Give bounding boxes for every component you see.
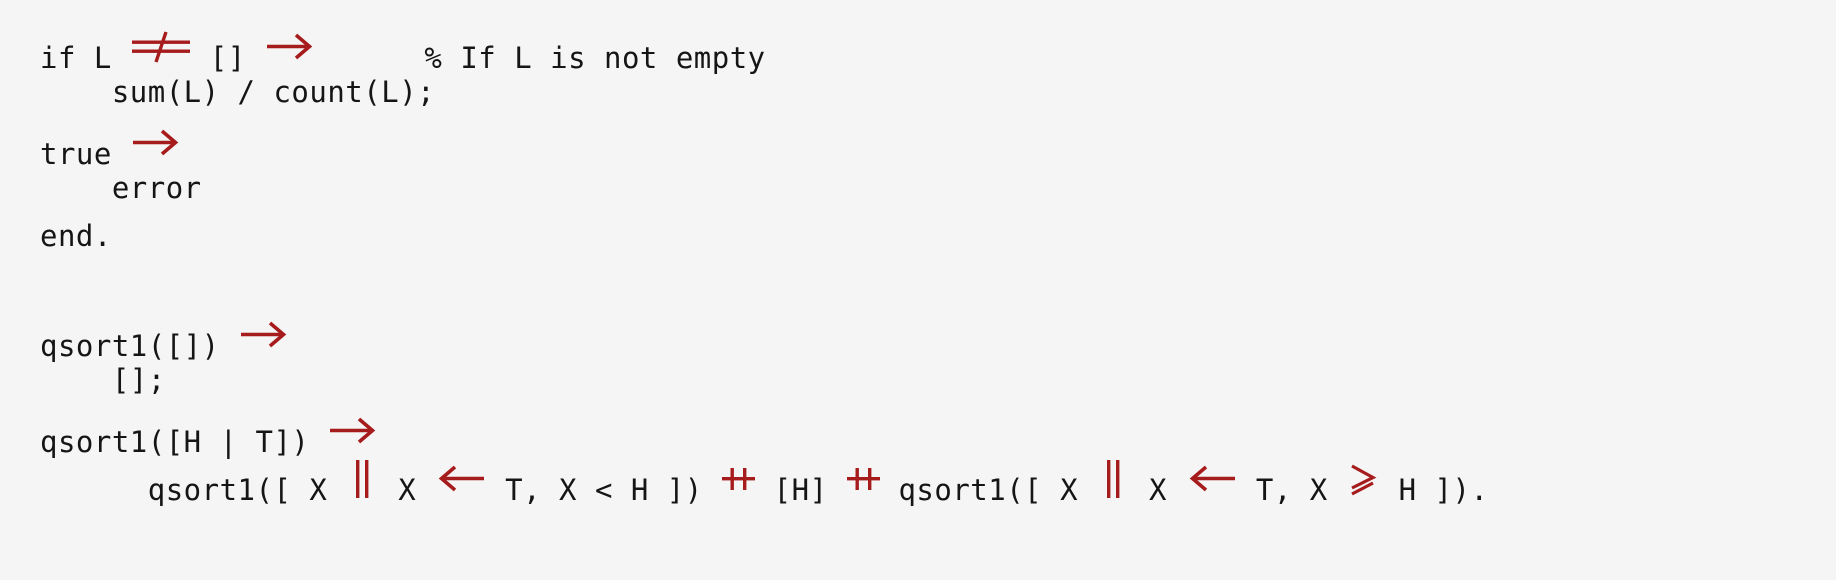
code-token: sum(L) / count(L); xyxy=(40,75,436,109)
code-token: H ]). xyxy=(1380,473,1489,507)
code-token: T, X xyxy=(1237,473,1346,507)
code-line: end. xyxy=(40,212,1836,260)
code-line: true xyxy=(40,116,1836,171)
code-token: X xyxy=(380,473,435,507)
left-arrow-icon xyxy=(434,452,487,500)
code-token: end. xyxy=(40,219,112,253)
code-token: T, X < H ]) xyxy=(487,473,721,507)
code-line: error xyxy=(40,164,1836,212)
code-line: []; xyxy=(40,356,1836,404)
code-block[interactable]: if L [] % If L is not empty sum(L) / cou… xyxy=(0,0,1836,580)
code-token: qsort1([ X xyxy=(40,473,346,507)
code-token: []; xyxy=(40,363,166,397)
greater-equal-icon xyxy=(1346,452,1381,500)
code-token: error xyxy=(40,171,202,205)
right-arrow-icon xyxy=(130,116,183,164)
code-token: [H] xyxy=(755,473,846,507)
code-line: if L [] % If L is not empty xyxy=(40,20,1836,75)
code-token: X xyxy=(1131,473,1185,507)
plus-plus-icon xyxy=(721,452,756,500)
code-token: qsort1([ X xyxy=(880,473,1097,507)
double-pipe-icon xyxy=(345,452,380,500)
right-arrow-icon xyxy=(327,404,380,452)
right-arrow-icon xyxy=(238,308,291,356)
code-line: qsort1([]) xyxy=(40,308,1836,363)
double-pipe-icon xyxy=(1096,452,1131,500)
plus-plus-icon xyxy=(846,452,881,500)
not-equal-icon xyxy=(130,20,192,68)
code-line: qsort1([H | T]) xyxy=(40,404,1836,459)
code-line: qsort1([ X X T, X < H ]) [H] qsort1([ X … xyxy=(40,452,1836,507)
left-arrow-icon xyxy=(1185,452,1238,500)
code-line: sum(L) / count(L); xyxy=(40,68,1836,116)
right-arrow-icon xyxy=(264,20,317,68)
